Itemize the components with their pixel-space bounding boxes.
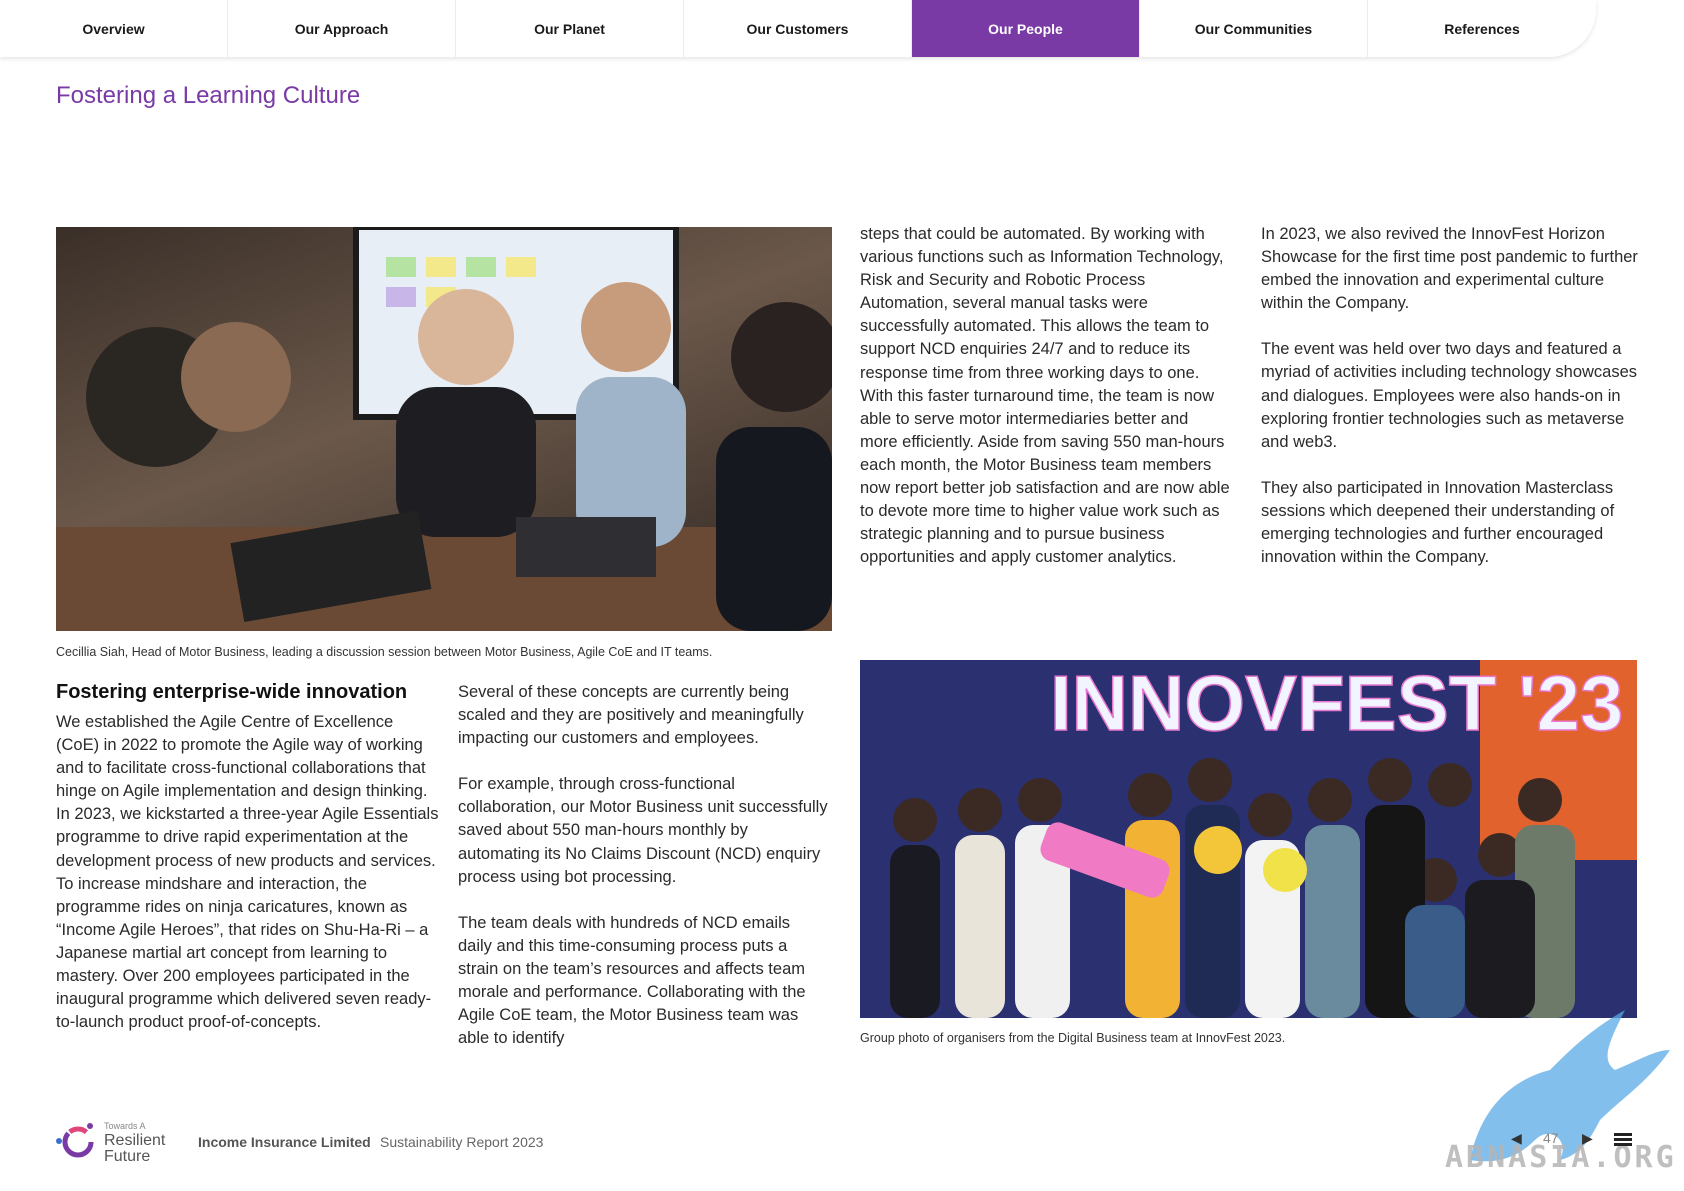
page-number: 47 (1543, 1130, 1559, 1146)
text-column-4: In 2023, we also revived the InnovFest H… (1261, 223, 1641, 569)
innovfest-group-photo: INNOVFEST '23 (860, 660, 1637, 1018)
banner-text: INNOVFEST '23 (1050, 660, 1623, 747)
paragraph: For example, through cross-functional co… (458, 775, 828, 886)
triangle-right-icon[interactable]: ▶ (1582, 1130, 1593, 1147)
company-name: Income Insurance Limited (198, 1134, 371, 1150)
tab-references[interactable]: References (1368, 0, 1596, 57)
hamburger-menu-icon[interactable] (1614, 1133, 1632, 1147)
meeting-photo-illustration (56, 227, 832, 631)
watermark-text: ABNASIA.ORG (1445, 1140, 1677, 1175)
innovfest-photo-illustration: INNOVFEST '23 (860, 660, 1637, 1018)
tab-overview[interactable]: Overview (0, 0, 228, 57)
paragraph: The team deals with hundreds of NCD emai… (458, 913, 806, 1048)
logo-word-1: Resilient (104, 1132, 166, 1149)
tab-our-people[interactable]: Our People (912, 0, 1140, 57)
text-column-1: We established the Agile Centre of Excel… (56, 711, 440, 1034)
triangle-left-icon[interactable]: ◀ (1511, 1130, 1522, 1147)
page-title: Fostering a Learning Culture (56, 82, 361, 109)
tab-our-planet[interactable]: Our Planet (456, 0, 684, 57)
resilient-future-logo: Towards A Resilient Future (56, 1121, 168, 1165)
meeting-photo (56, 227, 832, 631)
paragraph: In 2023, we also revived the InnovFest H… (1261, 225, 1638, 313)
tab-our-customers[interactable]: Our Customers (684, 0, 912, 57)
logo-tagline: Towards A (104, 1121, 146, 1131)
text-column-3: steps that could be automated. By workin… (860, 223, 1230, 569)
paragraph: We established the Agile Centre of Excel… (56, 713, 439, 1032)
paragraph: steps that could be automated. By workin… (860, 225, 1230, 567)
section-heading: Fostering enterprise-wide innovation (56, 681, 408, 703)
report-name: Sustainability Report 2023 (380, 1134, 544, 1150)
meeting-photo-caption: Cecillia Siah, Head of Motor Business, l… (56, 645, 713, 659)
tab-our-communities[interactable]: Our Communities (1140, 0, 1368, 57)
top-nav: Overview Our Approach Our Planet Our Cus… (0, 0, 1596, 57)
logo-word-2: Future (104, 1148, 150, 1163)
paragraph: The event was held over two days and fea… (1261, 340, 1638, 451)
innovfest-photo-caption: Group photo of organisers from the Digit… (860, 1031, 1286, 1045)
text-column-2: Several of these concepts are currently … (458, 681, 828, 1050)
tab-our-approach[interactable]: Our Approach (228, 0, 456, 57)
paragraph: Several of these concepts are currently … (458, 683, 804, 748)
paragraph: They also participated in Innovation Mas… (1261, 478, 1615, 567)
logo-mark-icon: Towards A Resilient Future (56, 1121, 166, 1165)
